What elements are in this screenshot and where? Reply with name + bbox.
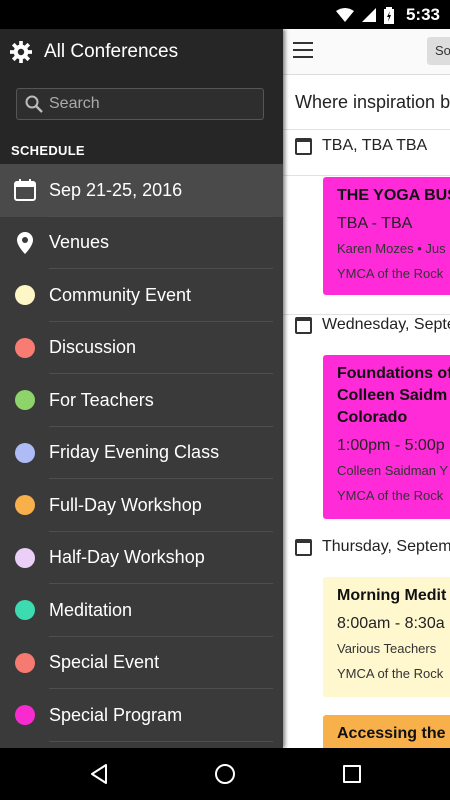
session-venue: YMCA of the Rock [337, 666, 444, 681]
drawer-item-label: Community Event [49, 284, 192, 305]
session-people: Karen Mozes • Jus [337, 241, 446, 256]
wifi-icon [335, 8, 354, 22]
drawer-item-label: Venues [49, 232, 110, 253]
drawer-item-meditation[interactable]: Meditation [0, 584, 283, 637]
drawer-item-half-day-workshop[interactable]: Half-Day Workshop [0, 532, 283, 584]
separator [49, 740, 273, 742]
drawer-item-venues[interactable]: Venues [0, 217, 283, 269]
session-card[interactable]: Morning Medit 8:00am - 8:30a Various Tea… [323, 577, 450, 697]
drawer-item-discussion[interactable]: Discussion [0, 322, 283, 374]
search-icon [25, 95, 43, 113]
color-dot-icon [14, 285, 35, 306]
drawer-item-full-day-workshop[interactable]: Full-Day Workshop [0, 479, 283, 532]
drawer-item-special-event[interactable]: Special Event [0, 637, 283, 689]
drawer-item-label: Discussion [49, 337, 137, 358]
session-venue: YMCA of the Rock [337, 488, 444, 503]
date-header-label: Wednesday, Septe [322, 316, 450, 333]
hamburger-menu-icon[interactable] [293, 42, 313, 58]
divider [283, 314, 450, 315]
session-people: Colleen Saidman Y [337, 463, 449, 478]
drawer-item-friday-evening-class[interactable]: Friday Evening Class [0, 427, 283, 479]
signal-icon [361, 8, 376, 22]
color-dot-icon [14, 547, 35, 568]
recent-apps-icon[interactable] [343, 765, 361, 783]
calendar-icon [295, 316, 312, 334]
calendar-icon [295, 538, 312, 556]
session-title-line: Colleen Saidm [337, 387, 448, 404]
drawer-item-label: Friday Evening Class [49, 442, 220, 463]
divider [283, 175, 450, 176]
drawer-item-for-teachers[interactable]: For Teachers [0, 374, 283, 427]
sort-button[interactable]: So [427, 37, 450, 65]
drawer-item-label: Special Event [49, 652, 160, 673]
date-header: Thursday, Septem [295, 538, 450, 556]
color-dot-icon [14, 705, 35, 726]
clock: 5:33 [405, 5, 440, 24]
back-icon[interactable] [90, 764, 108, 784]
session-card[interactable]: THE YOGA BUS TBA - TBA Karen Mozes • Jus… [323, 177, 450, 295]
calendar-icon [13, 179, 36, 202]
drawer-title: All Conferences [44, 41, 179, 62]
drawer-item-dates[interactable]: Sep 21-25, 2016 [0, 164, 283, 217]
drawer-item-label: For Teachers [49, 389, 154, 410]
session-title-line: Foundations of [337, 365, 450, 382]
session-time: 1:00pm - 5:00p [337, 437, 445, 454]
home-icon[interactable] [215, 764, 235, 784]
search-input[interactable]: Search [16, 88, 264, 120]
location-pin-icon [16, 231, 33, 254]
status-bar: 5:33 [0, 0, 450, 29]
date-header: TBA, TBA TBA [295, 137, 427, 155]
drawer-item-community-event[interactable]: Community Event [0, 269, 283, 322]
session-title-line: Colorado [337, 409, 408, 426]
gear-icon [10, 41, 32, 63]
color-dot-icon [14, 390, 35, 411]
drawer-item-label: Full-Day Workshop [49, 494, 202, 515]
session-title: Accessing the [337, 725, 446, 742]
search-area: Search [0, 75, 283, 137]
section-label-schedule: SCHEDULE [0, 137, 283, 164]
session-title: THE YOGA BUS [337, 187, 450, 204]
color-dot-icon [14, 337, 35, 358]
session-time: TBA - TBA [337, 215, 413, 232]
divider [283, 129, 450, 130]
navigation-drawer: All Conferences Search SCHEDULE Sep 21-2… [0, 29, 283, 748]
drawer-header[interactable]: All Conferences [0, 29, 283, 75]
system-nav-bar [0, 748, 450, 800]
drawer-item-label: Sep 21-25, 2016 [49, 179, 183, 200]
color-dot-icon [14, 442, 35, 463]
color-dot-icon [14, 600, 35, 621]
session-people: Various Teachers [337, 641, 437, 656]
main-toolbar: So [283, 29, 450, 75]
session-venue: YMCA of the Rock [337, 266, 444, 281]
session-time: 8:00am - 8:30a [337, 615, 445, 632]
date-header-label: TBA, TBA TBA [322, 137, 428, 154]
calendar-icon [295, 137, 312, 155]
search-placeholder: Search [49, 95, 100, 112]
tagline: Where inspiration b [295, 92, 450, 112]
session-card[interactable]: Foundations of Colleen Saidm Colorado 1:… [323, 355, 450, 519]
drawer-item-special-program[interactable]: Special Program [0, 689, 283, 742]
status-icons: 5:33 [335, 4, 440, 26]
session-title: Morning Medit [337, 587, 447, 604]
session-card[interactable]: Accessing the [323, 715, 450, 748]
color-dot-icon [14, 495, 35, 516]
drawer-item-label: Half-Day Workshop [49, 547, 205, 568]
drawer-item-label: Meditation [49, 599, 133, 620]
date-header: Wednesday, Septe [295, 316, 450, 334]
date-header-label: Thursday, Septem [322, 538, 450, 555]
battery-icon [383, 6, 394, 24]
color-dot-icon [14, 652, 35, 673]
main-content: So Where inspiration b TBA, TBA TBA THE … [283, 29, 450, 748]
drawer-item-label: Special Program [49, 704, 183, 725]
